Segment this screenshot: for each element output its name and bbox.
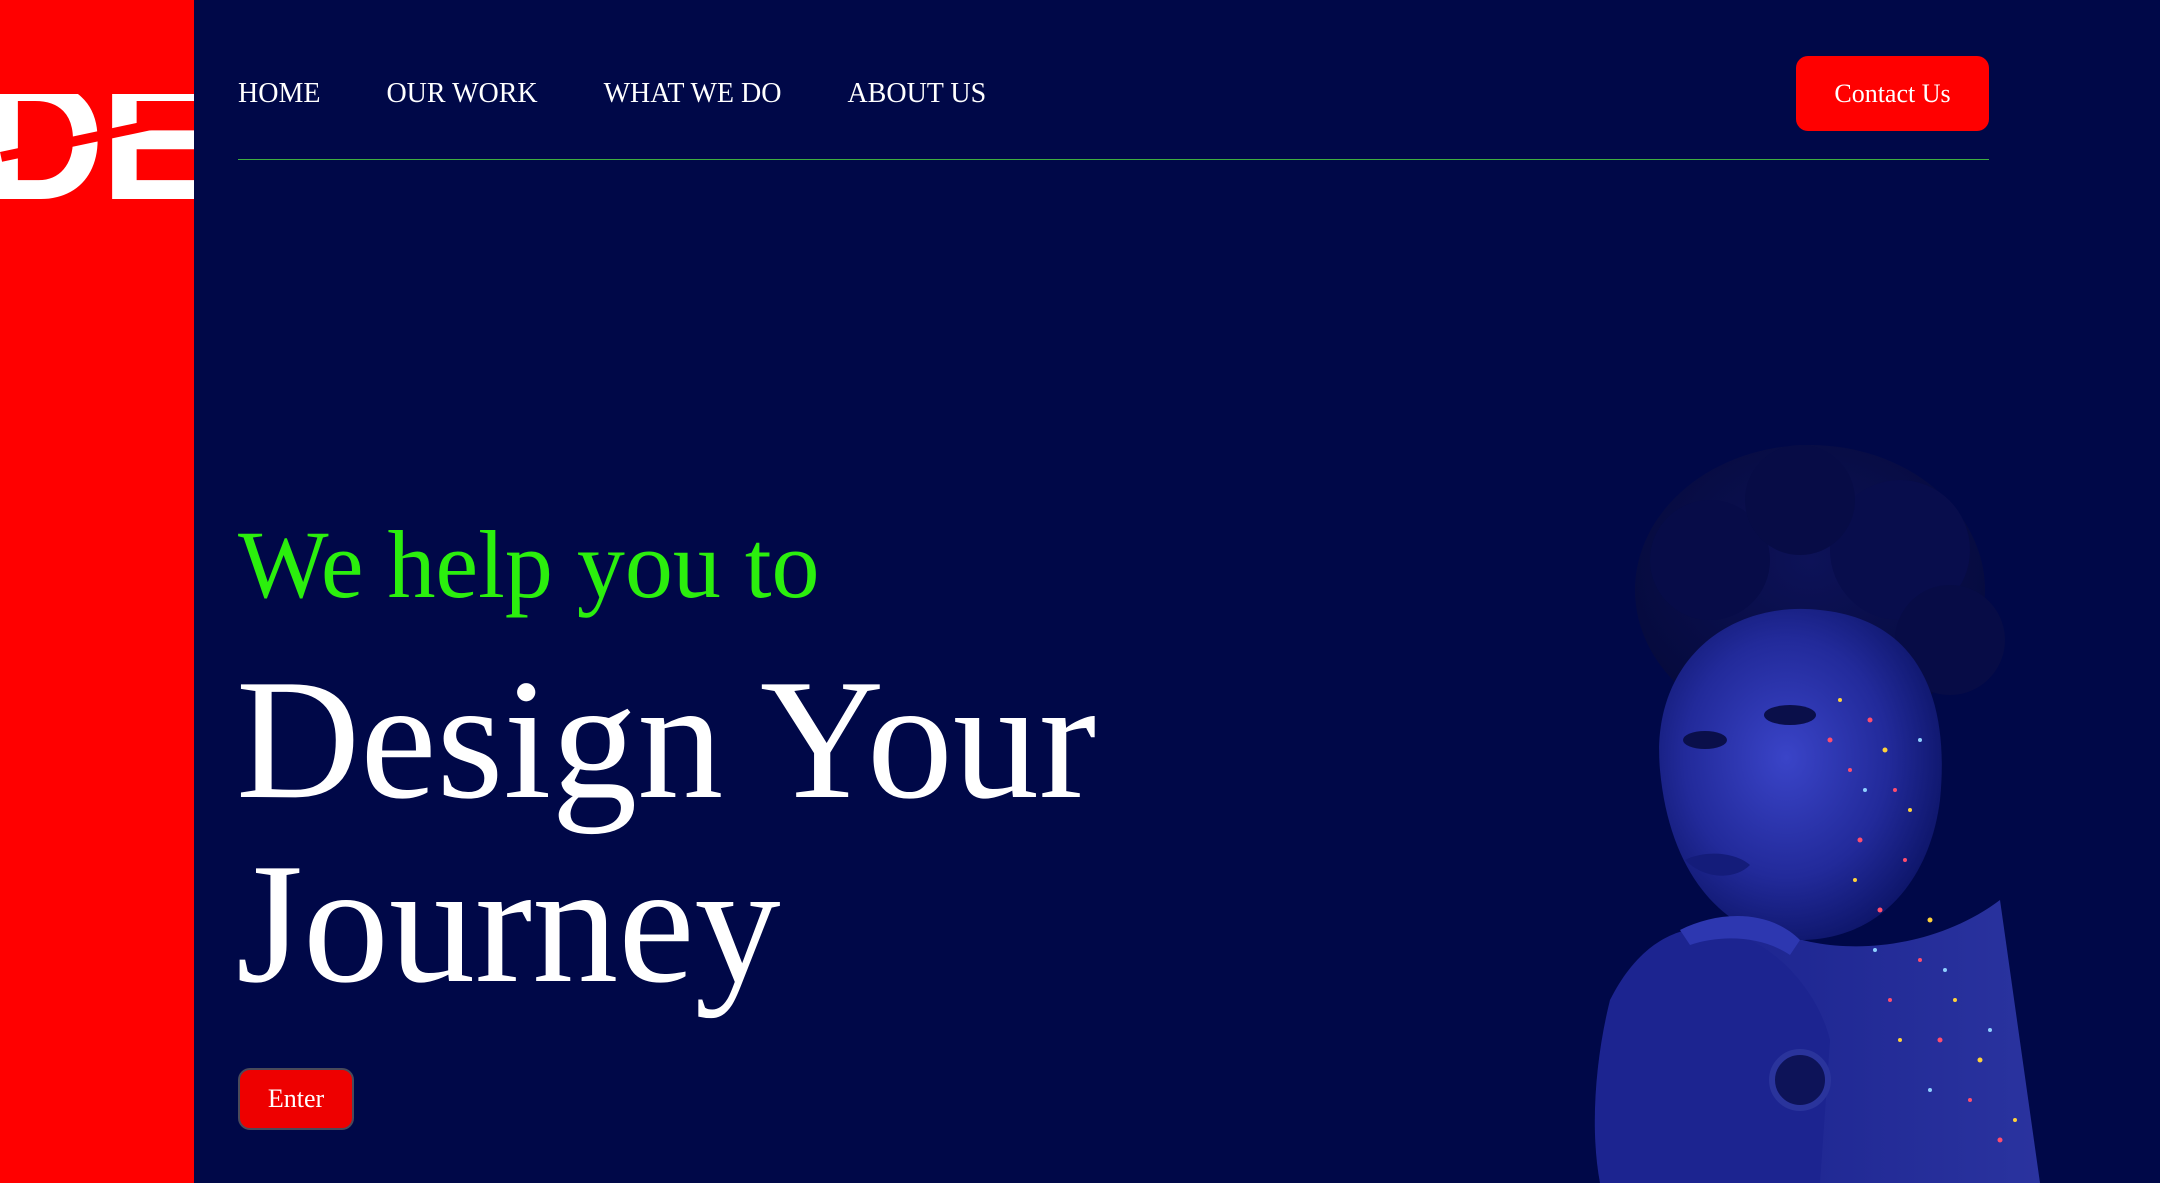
contact-us-button[interactable]: Contact Us [1796,56,1989,131]
logo[interactable]: DE [0,94,194,218]
portrait-image [1594,445,2040,1183]
nav-divider [238,159,1989,160]
main-nav: HOME OUR WORK WHAT WE DO ABOUT US [238,74,1052,114]
nav-what-we-do[interactable]: WHAT WE DO [604,78,782,110]
nav-our-work[interactable]: OUR WORK [386,78,537,110]
enter-button[interactable]: Enter [238,1068,354,1130]
hero-title: Design Your Journey [236,645,1097,1019]
nav-about-us[interactable]: ABOUT US [847,78,986,110]
hero-subtitle: We help you to [238,511,820,618]
nav-home[interactable]: HOME [238,78,320,110]
sidebar: DE [0,0,194,1183]
